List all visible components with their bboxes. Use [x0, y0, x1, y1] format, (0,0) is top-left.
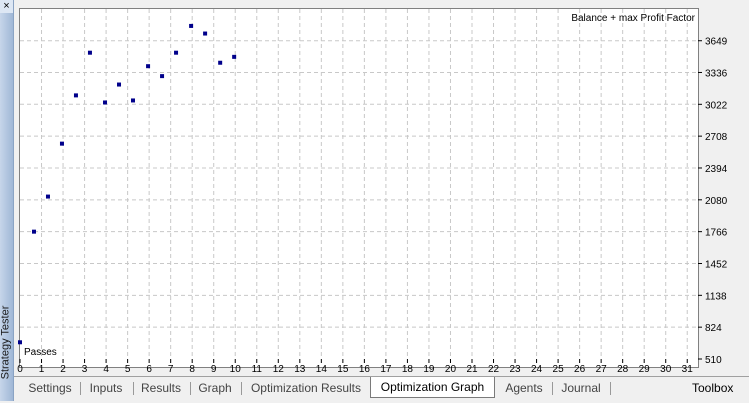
data-point	[174, 50, 179, 55]
tab-inputs[interactable]: Inputs	[88, 379, 124, 397]
x-tick-label: 7	[168, 364, 174, 375]
x-tick-label: 14	[316, 364, 328, 375]
y-tick-label: 824	[705, 323, 722, 334]
data-point	[31, 229, 36, 234]
tab-results[interactable]: Results	[141, 379, 181, 397]
data-point	[131, 98, 135, 103]
x-tick-label: 9	[211, 364, 217, 375]
data-point	[103, 100, 108, 105]
x-tick-label: 12	[273, 364, 285, 375]
optimization-chart: 0 1 2 3 4 5 6 7 8 9 10 11 12 13 14 15 16 17 18 19 20 21 22 23 24…	[17, 9, 728, 375]
data-point	[218, 60, 223, 65]
tab-separator	[610, 382, 611, 395]
tab-optimization-graph[interactable]: Optimization Graph	[370, 377, 495, 398]
x-tick-label: 2	[60, 364, 66, 375]
x-tick-label: 13	[294, 364, 306, 375]
y-tick-label: 2708	[705, 132, 728, 143]
x-tick-label: 28	[617, 364, 629, 375]
tab-separator	[80, 382, 81, 395]
data-point	[18, 340, 22, 345]
x-tick-label: 25	[553, 364, 565, 375]
x-tick-label: 4	[103, 364, 109, 375]
tab-graph[interactable]: Graph	[198, 379, 232, 397]
tab-agents[interactable]: Agents	[502, 379, 546, 397]
data-point	[203, 31, 208, 36]
x-tick-label: 5	[125, 364, 131, 375]
x-tick-label: 17	[380, 364, 392, 375]
y-tick-label: 1138	[705, 291, 727, 302]
y-tick-label: 3336	[705, 68, 728, 79]
tab-bar: Settings Inputs Results Graph Optimizati…	[14, 376, 749, 402]
x-tick-label: 8	[189, 364, 195, 375]
y-tick-label: 2394	[705, 164, 728, 175]
data-point	[45, 194, 50, 199]
toolbox-button[interactable]: Toolbox	[692, 381, 733, 395]
y-tick-label: 1766	[705, 228, 728, 239]
x-tick-label: 0	[17, 364, 23, 375]
x-tick-label: 27	[596, 364, 608, 375]
x-axis-label: Passes	[24, 347, 57, 358]
tab-separator	[552, 382, 553, 395]
tab-optimization-results[interactable]: Optimization Results	[249, 379, 363, 397]
x-tick-label: 3	[82, 364, 88, 375]
x-tick-label: 30	[660, 364, 672, 375]
y-tick-label: 1452	[705, 259, 728, 270]
tab-journal[interactable]: Journal	[560, 379, 602, 397]
x-tick-label: 21	[466, 364, 478, 375]
data-point	[232, 54, 237, 59]
y-tick-label: 510	[705, 355, 722, 366]
x-tick-label: 18	[402, 364, 414, 375]
x-tick-label: 29	[639, 364, 651, 375]
x-tick-label: 11	[252, 364, 263, 375]
x-tick-label: 24	[531, 364, 543, 375]
x-tick-label: 26	[574, 364, 586, 375]
x-tick-label: 23	[509, 364, 521, 375]
data-point	[117, 82, 122, 87]
x-tick-label: 10	[230, 364, 242, 375]
chart-title: Balance + max Profit Factor	[571, 13, 695, 24]
data-point	[160, 74, 165, 79]
data-point	[87, 50, 92, 55]
y-tick-label: 3022	[705, 100, 728, 111]
x-tick-label: 22	[488, 364, 500, 375]
data-point	[146, 64, 151, 69]
x-tick-label: 6	[146, 364, 152, 375]
tab-separator	[133, 382, 134, 395]
y-tick-label: 2080	[705, 196, 728, 207]
x-tick-label: 19	[423, 364, 435, 375]
tab-separator	[190, 382, 191, 395]
x-tick-label: 15	[337, 364, 349, 375]
x-tick-label: 31	[682, 364, 694, 375]
y-tick-label: 3649	[705, 37, 728, 48]
x-tick-label: 1	[39, 364, 45, 375]
data-point	[59, 141, 64, 146]
x-tick-label: 20	[445, 364, 457, 375]
x-tick-label: 16	[359, 364, 371, 375]
data-point	[73, 93, 78, 98]
tab-separator	[241, 382, 242, 395]
data-point	[189, 23, 194, 28]
tab-settings[interactable]: Settings	[28, 379, 72, 397]
